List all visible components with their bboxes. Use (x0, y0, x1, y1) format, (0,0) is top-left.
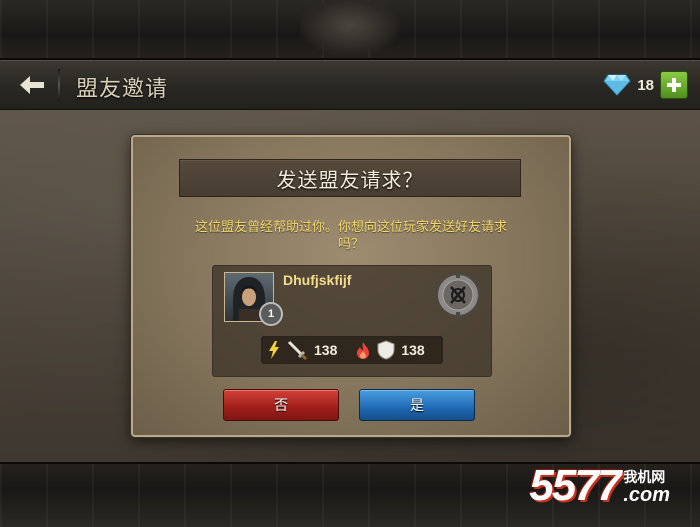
player-level-badge: 1 (259, 302, 283, 326)
watermark-number: 5577 (529, 461, 621, 510)
site-watermark: 5577 我机网 .com (529, 461, 670, 511)
watermark-side: 我机网 .com (623, 471, 670, 511)
ally-request-dialog: 发送盟友请求？ 这位盟友曾经帮助过你。你想向这位玩家发送好友请求吗？ 1 Dhu… (131, 135, 571, 437)
shield-icon (377, 340, 395, 360)
guild-emblem-icon (436, 273, 480, 317)
no-button[interactable]: 否 (223, 389, 339, 421)
dialog-message: 这位盟友曾经帮助过你。你想向这位玩家发送好友请求吗？ (194, 220, 507, 252)
player-card: 1 Dhufjskfijf 138 138 (212, 265, 492, 377)
gem-count: 18 (637, 76, 654, 94)
dialog-title-bar: 发送盟友请求？ (179, 159, 521, 197)
plus-icon (667, 78, 681, 92)
attack-value: 138 (314, 342, 338, 358)
header-bar: 盟友邀请 18 (0, 60, 700, 111)
back-arrow-icon (20, 76, 44, 94)
flame-icon (357, 342, 370, 359)
page-title: 盟友邀请 (76, 77, 169, 102)
lightning-icon (269, 341, 279, 359)
watermark-cn: 我机网 (623, 470, 666, 486)
defense-value: 138 (401, 342, 425, 358)
diamond-gem-icon (603, 74, 631, 96)
player-name: Dhufjskfijf (283, 272, 352, 288)
back-button[interactable] (14, 71, 50, 99)
top-emblem (300, 0, 400, 56)
header-divider (58, 69, 60, 101)
top-ornament-frieze (0, 0, 700, 60)
player-stats: 138 138 (261, 336, 443, 364)
gem-counter: 18 (603, 71, 688, 99)
watermark-domain: .com (623, 484, 670, 506)
add-gems-button[interactable] (660, 71, 688, 99)
yes-button[interactable]: 是 (359, 389, 475, 421)
sword-icon (287, 340, 308, 361)
dialog-title: 发送盟友请求？ (276, 167, 424, 192)
